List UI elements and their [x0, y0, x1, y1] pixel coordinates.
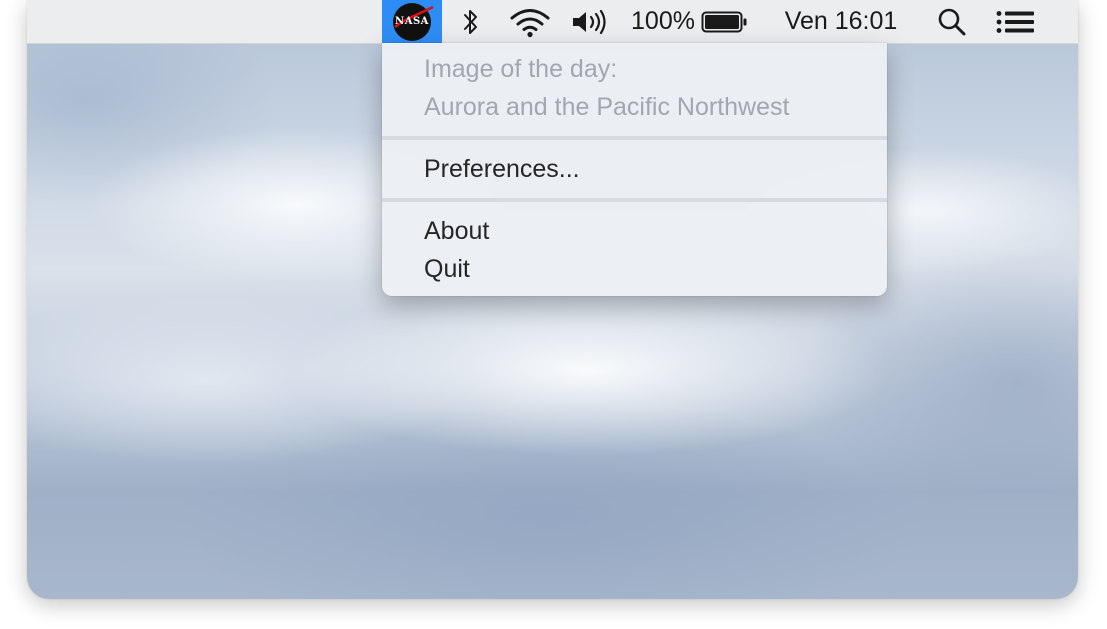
- nasa-logo-text: NASA: [395, 16, 429, 27]
- bluetooth-status-item[interactable]: [457, 0, 485, 43]
- battery-percent-item[interactable]: 100%: [631, 0, 695, 43]
- menu-item-about[interactable]: About: [424, 212, 489, 250]
- wifi-icon: [510, 8, 550, 37]
- volume-status-item[interactable]: [569, 0, 609, 43]
- battery-percent: 100%: [631, 7, 695, 35]
- menu-separator: [382, 198, 887, 202]
- spotlight-item[interactable]: [935, 0, 969, 43]
- screenshot-window: NASA 100% Ven 16:01 Image of the day: Au…: [27, 0, 1078, 599]
- battery-icon: [701, 11, 747, 32]
- menu-header-image-name: Aurora and the Pacific Northwest: [424, 93, 790, 121]
- notification-center-icon: [996, 10, 1034, 33]
- volume-icon: [573, 9, 606, 34]
- clock-text: Ven 16:01: [784, 7, 898, 35]
- notification-center-item[interactable]: [995, 0, 1037, 43]
- nasa-icon: NASA: [393, 2, 434, 41]
- menu-header-title: Image of the day:: [424, 55, 618, 83]
- menu-item-preferences[interactable]: Preferences...: [424, 150, 580, 188]
- bluetooth-icon: [464, 9, 477, 34]
- nasa-status-item[interactable]: NASA: [382, 0, 442, 43]
- battery-status-item[interactable]: [701, 0, 749, 43]
- wifi-status-item[interactable]: [507, 0, 553, 43]
- menu-item-quit[interactable]: Quit: [424, 250, 470, 288]
- spotlight-search-icon: [938, 8, 966, 35]
- menu-separator: [382, 136, 887, 140]
- nasa-dropdown-menu: Image of the day: Aurora and the Pacific…: [382, 43, 887, 296]
- menu-bar: NASA 100% Ven 16:01: [27, 0, 1078, 44]
- clock-item[interactable]: Ven 16:01: [775, 0, 907, 43]
